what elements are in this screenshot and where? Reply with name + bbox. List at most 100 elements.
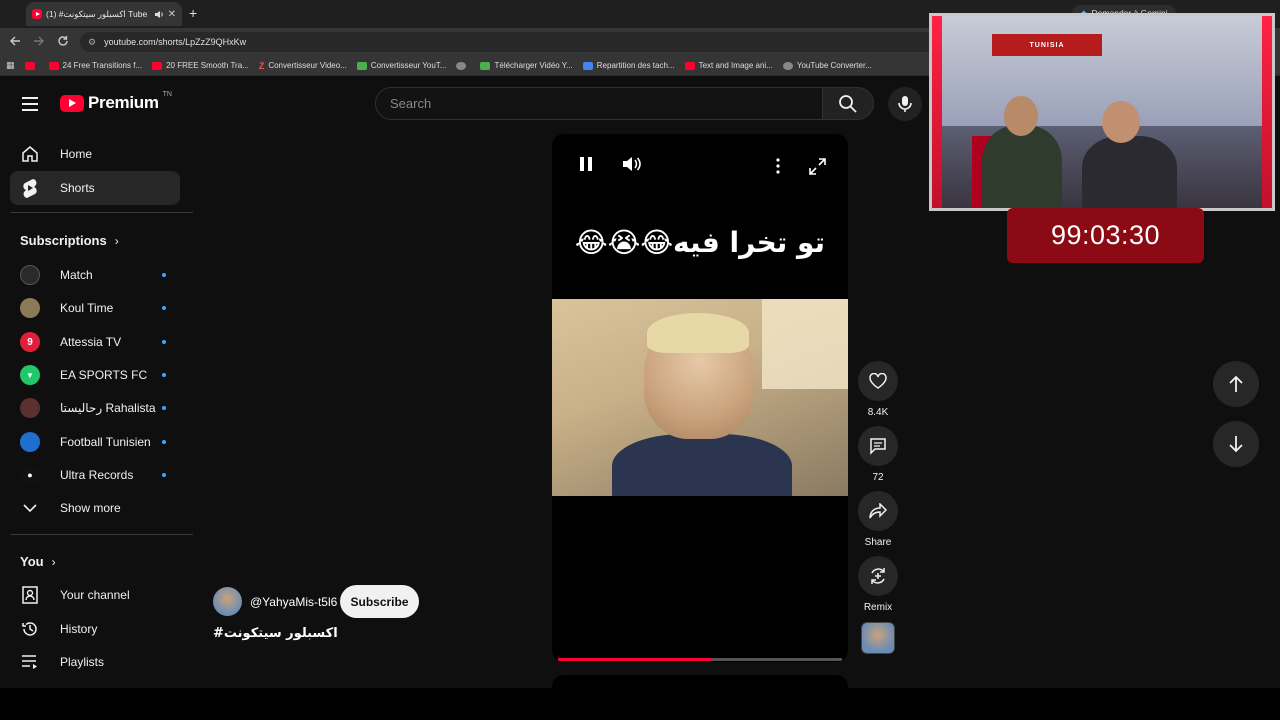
bookmark-3[interactable]: Z Convertisseur Video... <box>259 61 347 71</box>
heart-icon <box>869 373 887 389</box>
site-info-icon[interactable]: ⚙ <box>88 37 96 48</box>
sidebar-item-your-channel[interactable]: Your channel <box>10 578 180 612</box>
subscription-item[interactable]: ▼ EA SPORTS FC <box>10 358 180 392</box>
bookmark-label: Repartition des tach... <box>596 61 675 70</box>
sidebar-item-label: Playlists <box>60 655 105 669</box>
sidebar-item-label: Show more <box>60 501 121 515</box>
sidebar-item-label: Shorts <box>60 181 95 195</box>
video-progress-bar[interactable] <box>558 658 842 661</box>
tab-title: اكسبلور سيتكونت# (1) Tube - <box>46 8 150 19</box>
comment-count: 72 <box>872 472 884 483</box>
globe-icon <box>782 61 793 70</box>
subscription-item[interactable]: رحاليستا Rahalista <box>10 391 180 425</box>
sound-thumbnail[interactable] <box>861 622 895 654</box>
subscription-item[interactable]: Football Tunisien <box>10 425 180 459</box>
subscription-item[interactable]: ● Ultra Records <box>10 458 180 492</box>
comment-button[interactable] <box>858 426 898 466</box>
video-description[interactable]: #اكسبلور سيتكونت <box>213 626 338 641</box>
sidebar-item-history[interactable]: History <box>10 612 180 646</box>
bookmark-label: YouTube Converter... <box>796 61 872 70</box>
channel-avatar-icon <box>20 398 40 418</box>
search-input[interactable]: Search <box>375 87 823 120</box>
search-placeholder: Search <box>390 96 432 111</box>
bookmark-7[interactable]: Repartition des tach... <box>582 61 675 70</box>
youtube-icon <box>24 61 35 70</box>
comment-icon <box>870 438 886 455</box>
new-content-dot <box>162 340 166 344</box>
like-button[interactable] <box>858 361 898 401</box>
sidebar-item-home[interactable]: Home <box>10 137 180 171</box>
fullscreen-icon[interactable] <box>809 158 826 175</box>
volume-icon[interactable] <box>622 155 642 173</box>
bookmark-9[interactable]: YouTube Converter... <box>782 61 872 70</box>
playlists-icon <box>22 655 37 669</box>
remix-action[interactable]: Remix <box>858 556 898 613</box>
channel-avatar-icon: 9 <box>20 332 40 352</box>
youtube-icon <box>48 61 59 70</box>
search-icon <box>839 94 857 113</box>
channel-handle[interactable]: @YahyaMis-t5l6 <box>250 595 337 609</box>
subscriptions-heading[interactable]: Subscriptions › <box>20 233 119 248</box>
video-caption: تو تخرا فيه😂😭😂 <box>574 226 826 259</box>
apps-button[interactable]: ▦ <box>6 60 15 71</box>
you-heading[interactable]: You › <box>20 554 56 569</box>
convert-icon <box>356 61 367 70</box>
bookmark-8[interactable]: Text and Image ani... <box>684 61 773 70</box>
bookmark-label: Convertisseur YouT... <box>370 61 447 70</box>
channel-avatar-icon: ● <box>20 465 40 485</box>
bookmark-5[interactable] <box>456 61 470 70</box>
voice-search-button[interactable] <box>888 87 922 121</box>
address-bar[interactable]: ⚙ youtube.com/shorts/LpZzZ9QHxKw <box>80 32 940 52</box>
home-icon <box>22 146 38 162</box>
channel-avatar-icon: ▼ <box>20 365 40 385</box>
youtube-premium-logo[interactable]: Premium TN <box>60 90 172 113</box>
sidebar-item-shorts[interactable]: Shorts <box>10 171 180 205</box>
sidebar-item-label: Your channel <box>60 588 130 602</box>
remix-button[interactable] <box>858 556 898 596</box>
forward-arrow-icon[interactable] <box>33 35 45 47</box>
bookmark-1[interactable]: 24 Free Transitions f... <box>48 61 142 70</box>
bookmark-6[interactable]: Télécharger Vidéo Y... <box>480 61 573 70</box>
share-action[interactable]: Share <box>858 491 898 548</box>
bookmark-label: 20 FREE Smooth Tra... <box>166 61 249 70</box>
subscription-item[interactable]: Match <box>10 258 180 292</box>
subscribe-button[interactable]: Subscribe <box>340 585 419 618</box>
subscription-item[interactable]: 9 Attessia TV <box>10 325 180 359</box>
sidebar-item-playlists[interactable]: Playlists <box>10 645 180 679</box>
previous-short-button[interactable] <box>1213 361 1259 407</box>
comment-action[interactable]: 72 <box>858 426 898 483</box>
arrow-up-icon <box>1229 375 1243 392</box>
channel-info[interactable]: @YahyaMis-t5l6 <box>213 587 337 616</box>
share-icon <box>869 503 887 519</box>
bookmark-4[interactable]: Convertisseur YouT... <box>356 61 447 70</box>
search-button[interactable] <box>822 87 874 120</box>
new-content-dot <box>162 273 166 277</box>
browser-tab[interactable]: اكسبلور سيتكونت# (1) Tube - ✕ <box>26 2 182 26</box>
channel-avatar[interactable] <box>213 587 242 616</box>
reload-icon[interactable] <box>57 35 69 47</box>
pause-icon[interactable] <box>579 156 593 172</box>
section-title: You <box>20 554 44 569</box>
bookmark-2[interactable]: 20 FREE Smooth Tra... <box>152 61 249 70</box>
menu-icon[interactable] <box>22 97 38 111</box>
channel-name: Attessia TV <box>60 335 122 349</box>
new-tab-button[interactable]: + <box>189 5 197 21</box>
bookmark-0[interactable] <box>24 61 39 70</box>
like-action[interactable]: 8.4K <box>858 361 898 418</box>
channel-avatar-icon <box>20 265 40 285</box>
shorts-video-player[interactable]: تو تخرا فيه😂😭😂 <box>552 134 848 662</box>
share-button[interactable] <box>858 491 898 531</box>
speaker-icon[interactable] <box>154 10 164 19</box>
new-content-dot <box>162 473 166 477</box>
show-more-button[interactable]: Show more <box>10 491 180 525</box>
globe-icon <box>456 61 467 70</box>
more-options-icon[interactable] <box>776 158 780 174</box>
back-arrow-icon[interactable] <box>9 35 21 47</box>
logo-country-badge: TN <box>162 90 172 98</box>
next-short-button[interactable] <box>1213 421 1259 467</box>
youtube-logo-icon <box>60 94 84 112</box>
tab-close-button[interactable]: ✕ <box>168 9 176 20</box>
subscription-item[interactable]: Koul Time <box>10 291 180 325</box>
video-frame <box>552 299 848 496</box>
youtube-icon <box>684 61 695 70</box>
